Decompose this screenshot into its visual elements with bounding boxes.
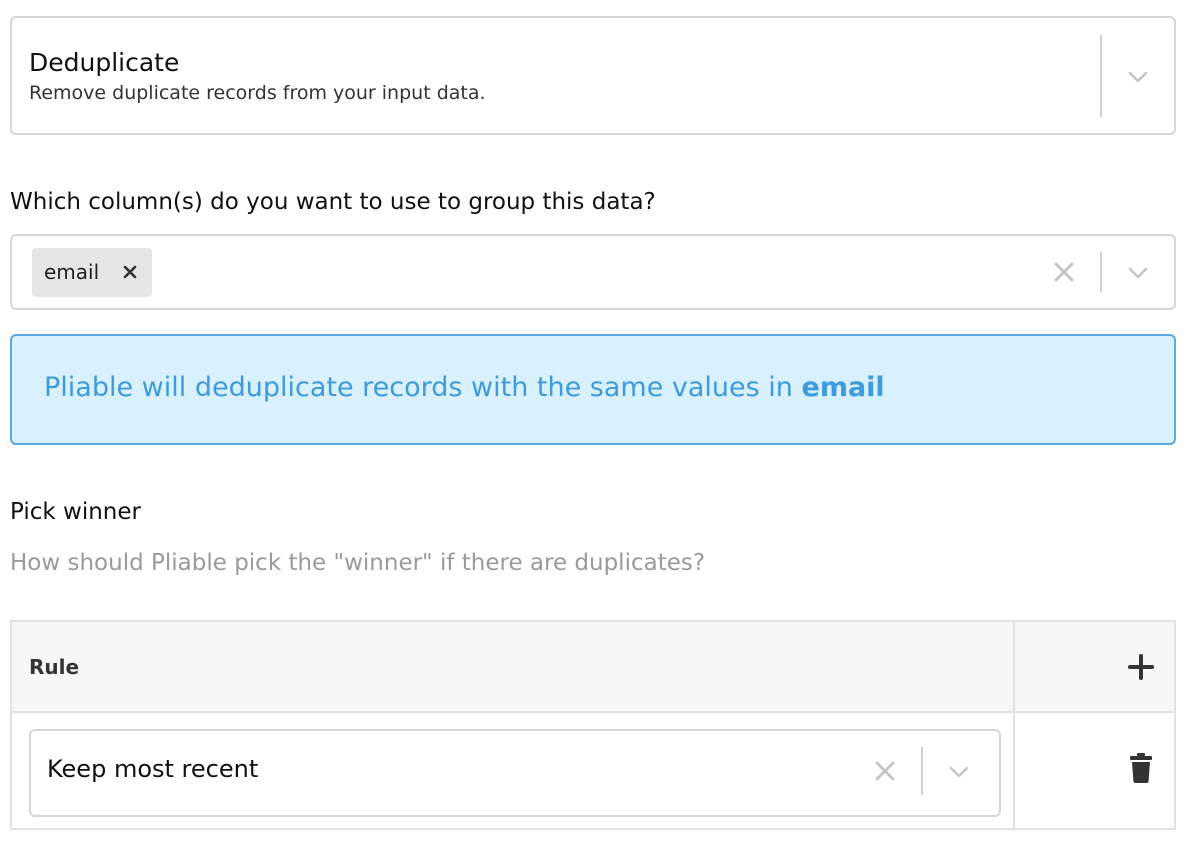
pick-winner-title: Pick winner <box>10 499 141 525</box>
dropdown-separator <box>1100 35 1102 117</box>
rules-table-header: Rule <box>12 622 1174 713</box>
group-columns-label: Which column(s) do you want to use to gr… <box>10 189 656 215</box>
dedupe-info-box: Pliable will deduplicate records with th… <box>10 334 1176 445</box>
rule-select[interactable]: Keep most recent <box>29 729 1001 817</box>
table-column-separator <box>1013 622 1015 828</box>
pick-winner-help: How should Pliable pick the "winner" if … <box>10 550 706 576</box>
chip-label: email <box>44 260 100 284</box>
dropdown-separator <box>921 747 923 795</box>
chevron-down-icon[interactable] <box>1128 71 1148 83</box>
group-columns-select[interactable]: email <box>10 234 1176 310</box>
rules-table: Rule Keep most recent <box>10 620 1176 830</box>
chevron-down-icon[interactable] <box>1128 267 1148 279</box>
rule-select-value: Keep most recent <box>47 755 259 783</box>
info-text: Pliable will deduplicate records with th… <box>44 372 885 403</box>
selected-column-chip: email <box>32 248 152 297</box>
dropdown-separator <box>1100 252 1102 292</box>
remove-chip-icon[interactable] <box>120 262 140 282</box>
close-icon[interactable] <box>1053 261 1075 283</box>
rule-column-header: Rule <box>29 655 80 679</box>
plus-icon[interactable] <box>1127 653 1155 681</box>
operation-description: Remove duplicate records from your input… <box>29 82 486 104</box>
operation-title: Deduplicate <box>29 48 180 77</box>
close-icon[interactable] <box>874 760 896 782</box>
operation-select[interactable]: Deduplicate Remove duplicate records fro… <box>10 16 1176 135</box>
trash-icon[interactable] <box>1130 753 1152 783</box>
chevron-down-icon[interactable] <box>949 766 969 778</box>
info-column-name: email <box>801 372 885 403</box>
info-text-prefix: Pliable will deduplicate records with th… <box>44 372 802 403</box>
